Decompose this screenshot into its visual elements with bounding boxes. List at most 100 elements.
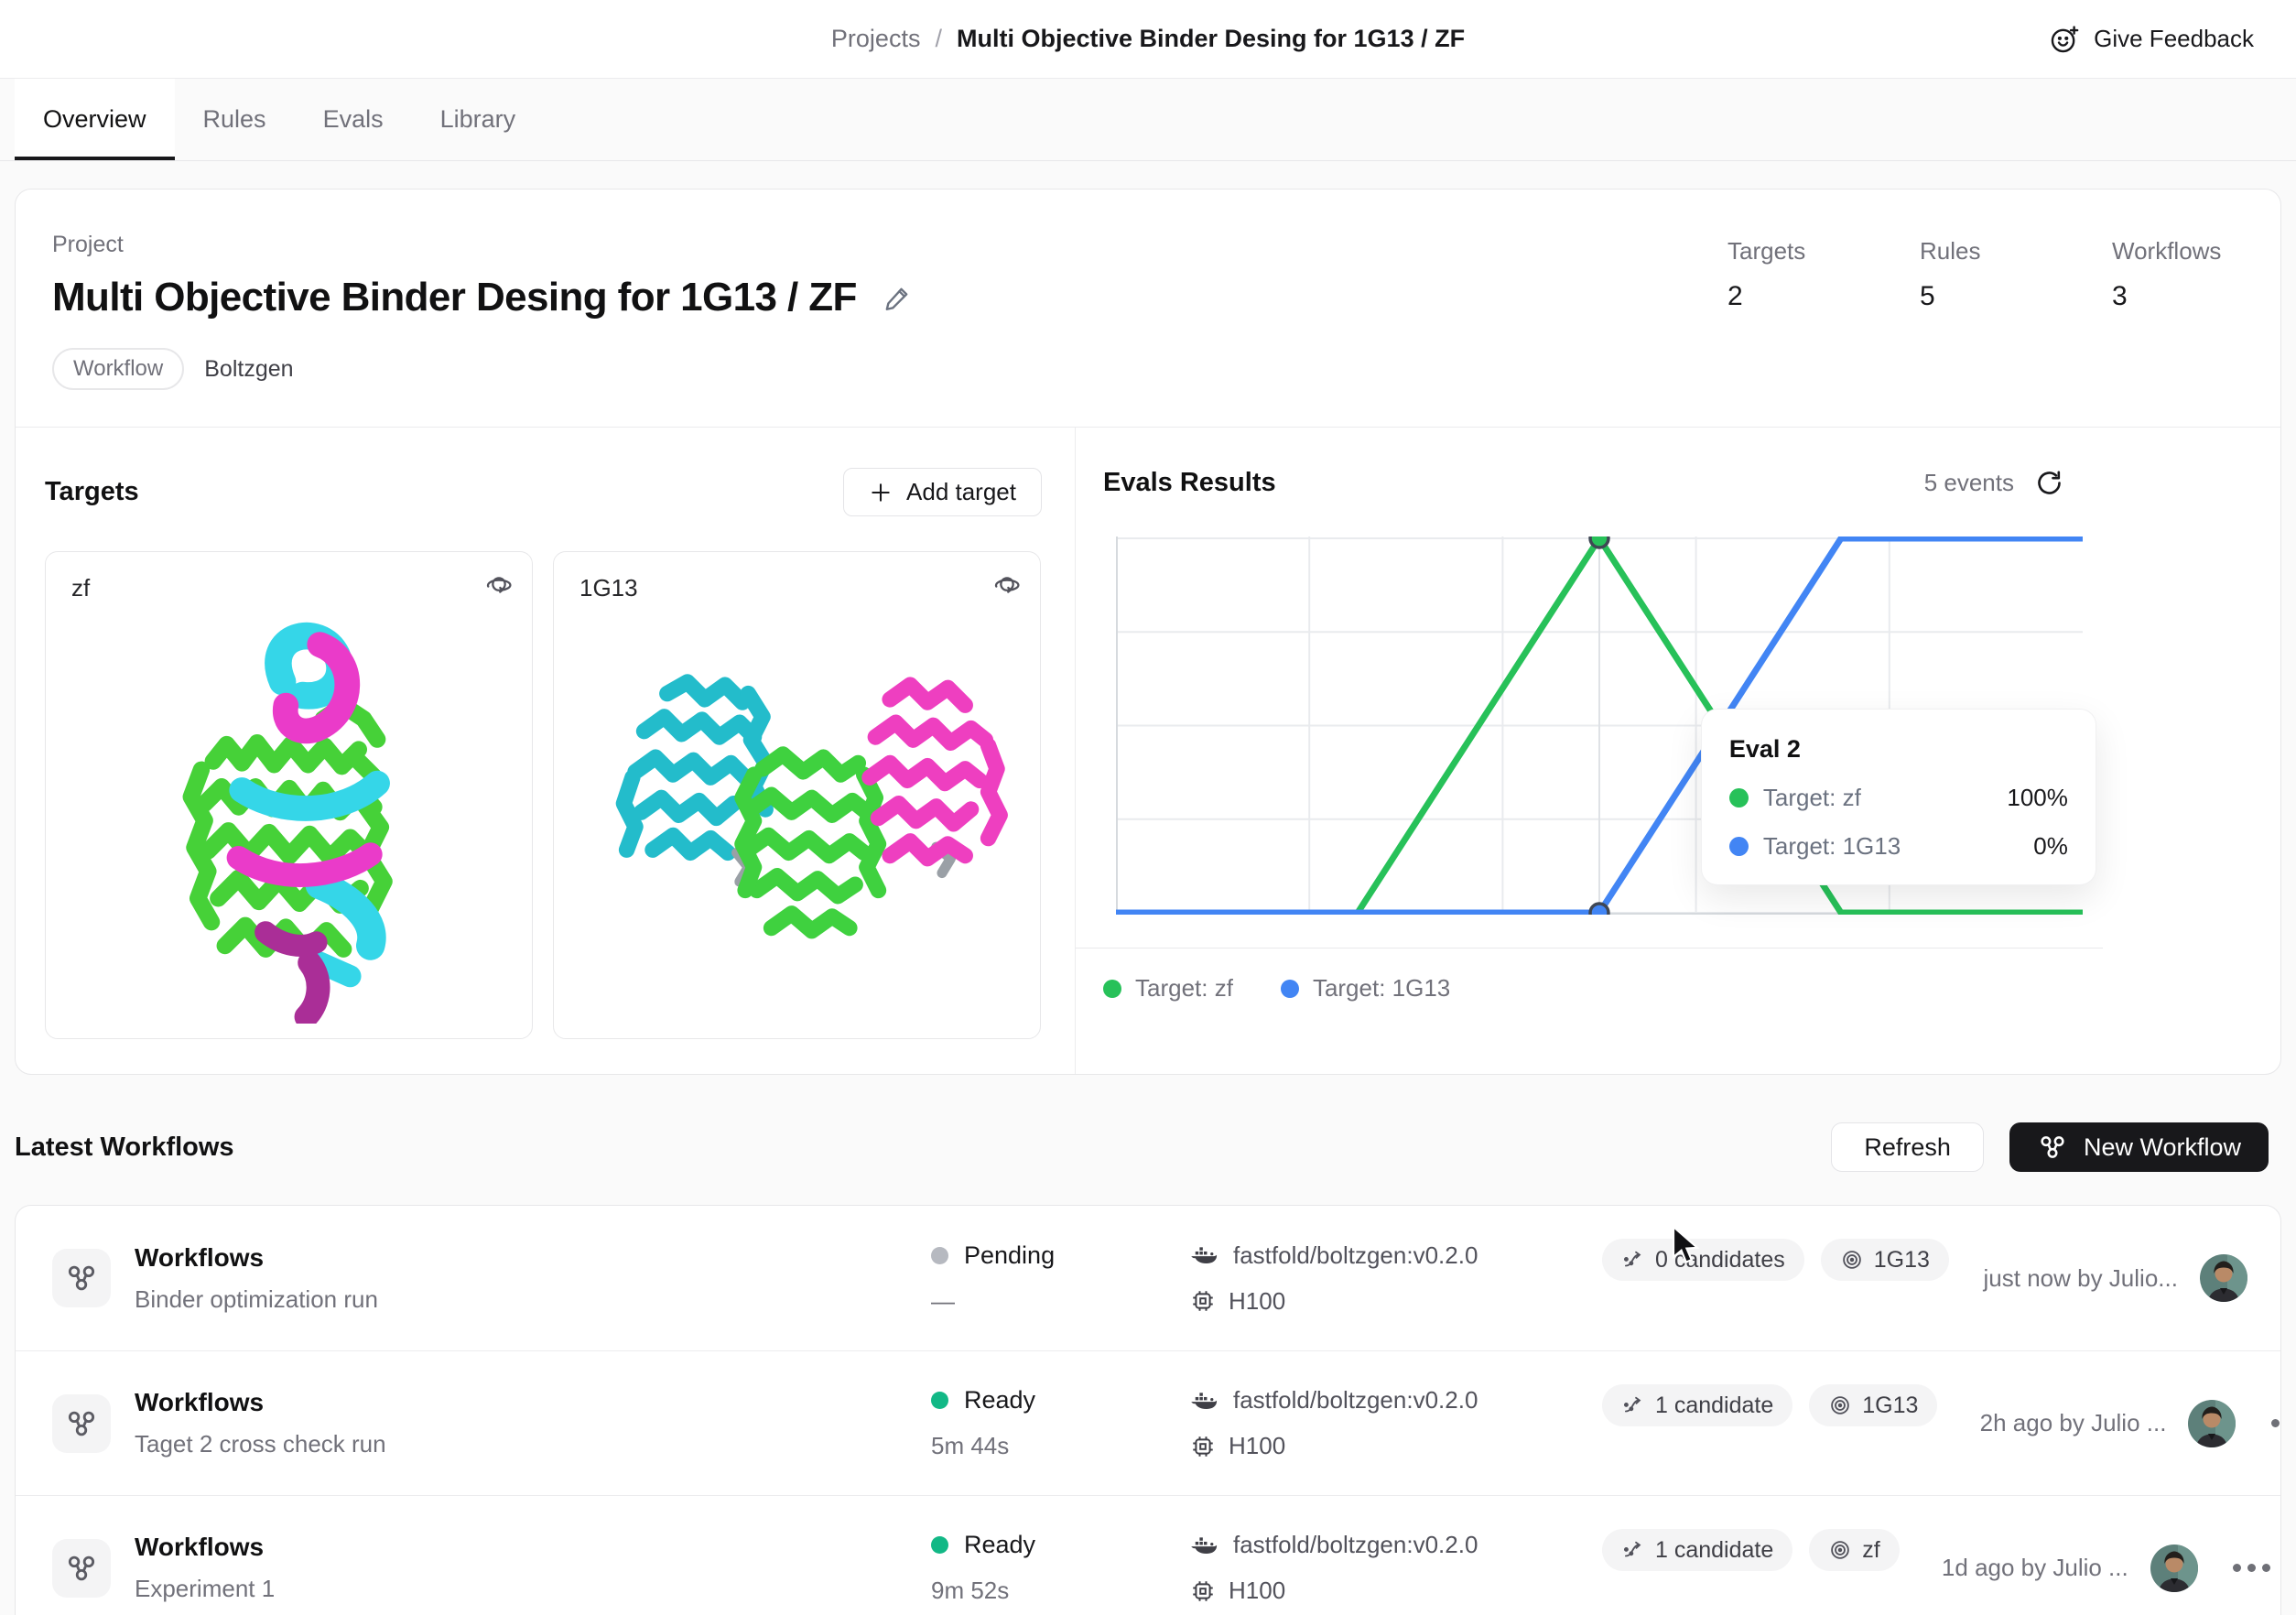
legend-dot-zf <box>1103 980 1121 998</box>
bullseye-icon <box>1840 1248 1864 1272</box>
workflow-branch-icon <box>52 1249 111 1307</box>
target-badge-label: 1G13 <box>1874 1247 1930 1274</box>
project-overview-card: Project Multi Objective Binder Desing fo… <box>15 189 2281 1075</box>
workflow-subtitle: Experiment 1 <box>135 1575 275 1603</box>
duration-value: — <box>931 1287 955 1316</box>
bullseye-icon <box>1828 1393 1852 1417</box>
docker-whale-icon <box>1190 1389 1218 1413</box>
status-label: Ready <box>964 1386 1035 1414</box>
workflow-subtitle: Taget 2 cross check run <box>135 1430 386 1458</box>
avatar <box>2150 1545 2198 1592</box>
new-workflow-button[interactable]: New Workflow <box>2009 1122 2269 1172</box>
stat-rules-label: Rules <box>1920 237 2037 266</box>
duration-value: 5m 44s <box>931 1432 1009 1460</box>
image-name: fastfold/boltzgen:v0.2.0 <box>1233 1241 1478 1270</box>
workflow-branch-icon <box>52 1539 111 1598</box>
hardware-name: H100 <box>1229 1432 1285 1460</box>
tab-evals[interactable]: Evals <box>295 79 412 160</box>
workflow-subtitle: Binder optimization run <box>135 1285 378 1314</box>
workflow-branch-icon <box>52 1394 111 1453</box>
avatar <box>2200 1254 2247 1302</box>
workflow-meta: just now by Julio... <box>1949 1264 2178 1293</box>
workflow-title: Workflows <box>135 1533 275 1562</box>
project-title: Multi Objective Binder Desing for 1G13 /… <box>52 275 857 320</box>
hardware-name: H100 <box>1229 1287 1285 1316</box>
duration-value: 9m 52s <box>931 1577 1009 1605</box>
events-count: 5 events <box>1924 469 2014 497</box>
workflow-type-badge: Workflow <box>52 348 184 390</box>
status-dot <box>931 1392 948 1409</box>
stat-targets-value: 2 <box>1727 281 1845 312</box>
target-badge-label: 1G13 <box>1862 1393 1918 1419</box>
candidates-count: 1 candidate <box>1655 1393 1773 1419</box>
evals-chart-svg <box>1116 537 2083 915</box>
new-workflow-label: New Workflow <box>2084 1133 2241 1162</box>
status-label: Pending <box>964 1241 1055 1270</box>
image-name: fastfold/boltzgen:v0.2.0 <box>1233 1531 1478 1559</box>
edit-title-pencil-icon[interactable] <box>883 282 914 313</box>
evals-chart[interactable]: Eval 2 Target: zf 100% Target: 1G13 0% <box>1116 537 2083 915</box>
add-target-label: Add target <box>906 478 1016 506</box>
rotate-3d-icon[interactable] <box>992 570 1022 600</box>
workflow-branch-icon <box>2037 1132 2068 1163</box>
legend-label-1g13: Target: 1G13 <box>1313 974 1450 1003</box>
rotate-3d-icon[interactable] <box>484 570 514 600</box>
refresh-evals-icon[interactable] <box>2034 468 2064 498</box>
docker-whale-icon <box>1190 1243 1218 1267</box>
breadcrumb-projects-link[interactable]: Projects <box>831 25 921 53</box>
gpu-chip-icon <box>1190 1434 1216 1459</box>
candidates-icon <box>1621 1538 1645 1562</box>
feedback-label: Give Feedback <box>2094 25 2254 53</box>
breadcrumb: Projects / Multi Objective Binder Desing… <box>831 25 1465 53</box>
chart-legend: Target: zf Target: 1G13 <box>1103 974 2103 1041</box>
legend-label-zf: Target: zf <box>1135 974 1233 1003</box>
workflow-meta: 1d ago by Julio ... <box>1900 1554 2128 1582</box>
engine-name: Boltzgen <box>204 356 293 383</box>
status-label: Ready <box>964 1531 1035 1559</box>
workflow-row[interactable]: Workflows Taget 2 cross check run Ready … <box>16 1350 2280 1495</box>
evals-panel: Evals Results 5 events Eval 2 <box>1075 428 2103 1074</box>
image-name: fastfold/boltzgen:v0.2.0 <box>1233 1386 1478 1414</box>
project-stats: Targets 2 Rules 5 Workflows 3 <box>1727 232 2229 390</box>
candidates-badge: 0 candidates <box>1602 1239 1804 1281</box>
gpu-chip-icon <box>1190 1288 1216 1314</box>
protein-structure-1g13[interactable] <box>580 635 1014 983</box>
stat-workflows-value: 3 <box>2112 281 2229 312</box>
give-feedback-button[interactable]: Give Feedback <box>2049 24 2254 55</box>
candidates-icon <box>1621 1248 1645 1272</box>
workflow-title: Workflows <box>135 1388 386 1417</box>
candidates-count: 0 candidates <box>1655 1247 1785 1274</box>
gpu-chip-icon <box>1190 1578 1216 1604</box>
feedback-smiley-icon <box>2049 24 2080 55</box>
hardware-name: H100 <box>1229 1577 1285 1605</box>
targets-panel: Targets Add target zf <box>16 428 1075 1074</box>
workflows-list-card: Workflows Binder optimization run Pendin… <box>15 1205 2281 1615</box>
tab-overview[interactable]: Overview <box>15 79 175 160</box>
project-label: Project <box>52 232 914 258</box>
docker-whale-icon <box>1190 1534 1218 1557</box>
stat-workflows-label: Workflows <box>2112 237 2229 266</box>
protein-structure-zf[interactable] <box>119 601 460 1024</box>
workflow-row[interactable]: Workflows Binder optimization run Pendin… <box>16 1206 2280 1350</box>
row-more-menu-icon[interactable] <box>2271 1419 2281 1427</box>
workflow-meta: 2h ago by Julio ... <box>1937 1409 2166 1437</box>
plus-icon <box>869 481 893 504</box>
add-target-button[interactable]: Add target <box>843 468 1042 516</box>
stat-targets-label: Targets <box>1727 237 1845 266</box>
tab-rules[interactable]: Rules <box>175 79 295 160</box>
top-bar: Projects / Multi Objective Binder Desing… <box>0 0 2296 79</box>
target-name: 1G13 <box>579 574 638 602</box>
workflow-row[interactable]: Workflows Experiment 1 Ready 9m 52s fast… <box>16 1495 2280 1615</box>
bullseye-icon <box>1828 1538 1852 1562</box>
refresh-button[interactable]: Refresh <box>1831 1122 1984 1172</box>
target-badge: 1G13 <box>1809 1384 1937 1426</box>
evals-heading: Evals Results <box>1103 468 1276 498</box>
target-name: zf <box>71 574 90 602</box>
candidates-badge: 1 candidate <box>1602 1529 1792 1571</box>
latest-workflows-heading: Latest Workflows <box>15 1133 234 1163</box>
tab-library[interactable]: Library <box>412 79 545 160</box>
avatar <box>2188 1400 2236 1447</box>
stat-rules-value: 5 <box>1920 281 2037 312</box>
row-more-menu-icon[interactable] <box>2233 1564 2270 1572</box>
target-badge: zf <box>1809 1529 1899 1571</box>
